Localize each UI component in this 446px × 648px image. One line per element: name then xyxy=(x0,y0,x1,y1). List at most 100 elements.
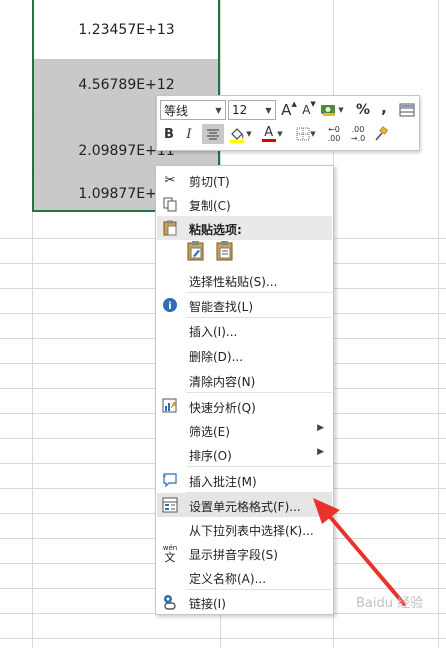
chevron-down-icon[interactable]: ▼ xyxy=(310,130,315,138)
menu-item-label: 筛选(E) xyxy=(189,425,230,439)
menu-item-label: 排序(O) xyxy=(189,449,232,463)
grow-font-icon: A xyxy=(281,101,292,119)
watermark-text: Baidu 经验 xyxy=(356,596,424,611)
menu-separator xyxy=(186,392,332,393)
menu-item-label: 剪切(T) xyxy=(189,175,230,189)
submenu-arrow-icon: ▶ xyxy=(317,423,324,433)
percent-icon: % xyxy=(355,102,371,118)
menu-item-label: 设置单元格格式(F)... xyxy=(189,500,301,514)
menu-item-copy[interactable]: 复制(C) xyxy=(157,192,332,216)
menu-item-delete[interactable]: 删除(D)... xyxy=(157,343,332,367)
align-center-button[interactable] xyxy=(202,124,224,144)
menu-item-smart-lookup[interactable]: i 智能查找(L) xyxy=(157,293,332,317)
menu-item-label: 显示拼音字段(S) xyxy=(189,548,278,562)
menu-header-label: 粘贴选项: xyxy=(189,223,242,237)
menu-item-format-cells[interactable]: 设置单元格格式(F)... xyxy=(157,493,332,517)
menu-item-link[interactable]: 链接(I) xyxy=(157,590,332,614)
format-painter-icon xyxy=(375,126,389,141)
format-cells-icon xyxy=(161,496,179,514)
increase-decimal-button[interactable]: ←0 .00 xyxy=(324,124,344,144)
chevron-down-icon[interactable]: ▼ xyxy=(262,101,275,119)
row-line xyxy=(0,638,446,639)
currency-icon xyxy=(321,105,336,116)
decrease-decimal-icon-bottom: →.0 xyxy=(350,134,366,143)
shrink-font-button[interactable]: A ▼ xyxy=(300,100,318,120)
accounting-format-button[interactable]: ▼ xyxy=(320,100,344,120)
format-painter-button[interactable] xyxy=(371,124,391,144)
menu-item-paste-special[interactable]: 选择性粘贴(S)... xyxy=(157,268,332,292)
font-color-bar xyxy=(262,139,277,142)
menu-item-label: 选择性粘贴(S)... xyxy=(189,275,278,289)
fill-bucket-icon xyxy=(230,128,245,143)
phonetic-icon: wén 文 xyxy=(162,543,178,564)
paste-clipboard-icon xyxy=(216,241,233,261)
menu-separator xyxy=(186,466,332,467)
smart-lookup-icon: i xyxy=(161,296,179,314)
menu-item-define-name[interactable]: 定义名称(A)... xyxy=(157,565,332,589)
decrease-decimal-button[interactable]: .00 →.0 xyxy=(348,124,368,144)
menu-item-label: 智能查找(L) xyxy=(189,300,254,314)
font-color-icon: A xyxy=(264,125,274,140)
fill-color-button[interactable]: ▼ xyxy=(227,124,253,144)
percent-style-button[interactable]: % xyxy=(354,100,372,120)
comment-icon xyxy=(161,471,179,489)
menu-item-label: 从下拉列表中选择(K)... xyxy=(189,524,314,538)
italic-icon: I xyxy=(186,126,192,142)
menu-item-show-phonetic[interactable]: wén 文 显示拼音字段(S) xyxy=(157,541,332,565)
grow-font-button[interactable]: A ▲ xyxy=(280,100,298,120)
column-line xyxy=(438,0,439,648)
increase-decimal-icon-bottom: .00 xyxy=(327,134,341,143)
menu-item-label: 链接(I) xyxy=(189,597,226,611)
mini-toolbar: 等线 ▼ 12 ▼ A ▲ A ▼ ▼ % , B I ▼ A ▼ ▼ ←0 .… xyxy=(156,95,420,151)
svg-text:i: i xyxy=(168,301,171,312)
font-name-value: 等线 xyxy=(164,103,189,118)
borders-icon xyxy=(296,127,310,141)
menu-item-cut[interactable]: ✂ 剪切(T) xyxy=(157,168,332,192)
align-center-icon xyxy=(207,129,219,140)
bold-button[interactable]: B xyxy=(160,124,178,144)
menu-item-sort[interactable]: 排序(O) ▶ xyxy=(157,442,332,466)
context-menu: ✂ 剪切(T) 复制(C) 粘贴选项: 选择性粘贴(S)... i 智能查找(L… xyxy=(155,165,334,615)
menu-item-label: 快速分析(Q) xyxy=(189,401,256,415)
menu-item-label: 删除(D)... xyxy=(189,350,244,364)
menu-item-pick-from-list[interactable]: 从下拉列表中选择(K)... xyxy=(157,517,332,541)
scissors-icon: ✂ xyxy=(164,172,176,188)
bold-icon: B xyxy=(164,126,174,142)
font-size-combo[interactable]: 12 ▼ xyxy=(228,100,276,120)
clipboard-icon xyxy=(161,219,179,237)
menu-item-label: 清除内容(N) xyxy=(189,375,256,389)
menu-item-label: 复制(C) xyxy=(189,199,231,213)
comma-style-button[interactable]: , xyxy=(376,98,392,118)
shrink-font-icon: A xyxy=(302,103,311,117)
submenu-arrow-icon: ▶ xyxy=(317,447,324,457)
link-icon xyxy=(161,593,179,611)
chevron-down-icon[interactable]: ▼ xyxy=(277,130,282,138)
chevron-down-icon[interactable]: ▼ xyxy=(338,106,343,114)
paste-option-values[interactable] xyxy=(214,240,236,262)
menu-item-clear-contents[interactable]: 清除内容(N) xyxy=(157,368,332,392)
menu-item-filter[interactable]: 筛选(E) ▶ xyxy=(157,418,332,442)
menu-item-label: 定义名称(A)... xyxy=(189,572,267,586)
table-format-icon xyxy=(399,103,415,117)
paste-option-keep-formatting[interactable] xyxy=(185,240,207,262)
chevron-down-icon[interactable]: ▼ xyxy=(212,101,225,119)
menu-item-insert[interactable]: 插入(I)... xyxy=(157,318,332,342)
menu-item-label: 插入批注(M) xyxy=(189,475,257,489)
italic-button[interactable]: I xyxy=(180,124,198,144)
chevron-down-icon[interactable]: ▼ xyxy=(246,130,251,138)
increase-decimal-icon-top: ←0 xyxy=(328,125,340,134)
paste-clipboard-icon xyxy=(187,241,204,261)
font-color-button[interactable]: A ▼ xyxy=(259,124,285,144)
copy-icon xyxy=(161,195,179,213)
font-name-combo[interactable]: 等线 ▼ xyxy=(160,100,226,120)
format-table-button[interactable] xyxy=(397,100,417,120)
comma-icon: , xyxy=(381,99,387,117)
menu-header-paste-options: 粘贴选项: xyxy=(157,216,332,240)
borders-button[interactable]: ▼ xyxy=(294,124,318,144)
menu-item-insert-comment[interactable]: 插入批注(M) xyxy=(157,468,332,492)
font-size-value: 12 xyxy=(232,103,248,117)
quick-analysis-icon xyxy=(161,397,179,415)
menu-item-label: 插入(I)... xyxy=(189,325,238,339)
menu-item-quick-analysis[interactable]: 快速分析(Q) xyxy=(157,394,332,418)
decrease-decimal-icon-top: .00 xyxy=(351,125,365,134)
